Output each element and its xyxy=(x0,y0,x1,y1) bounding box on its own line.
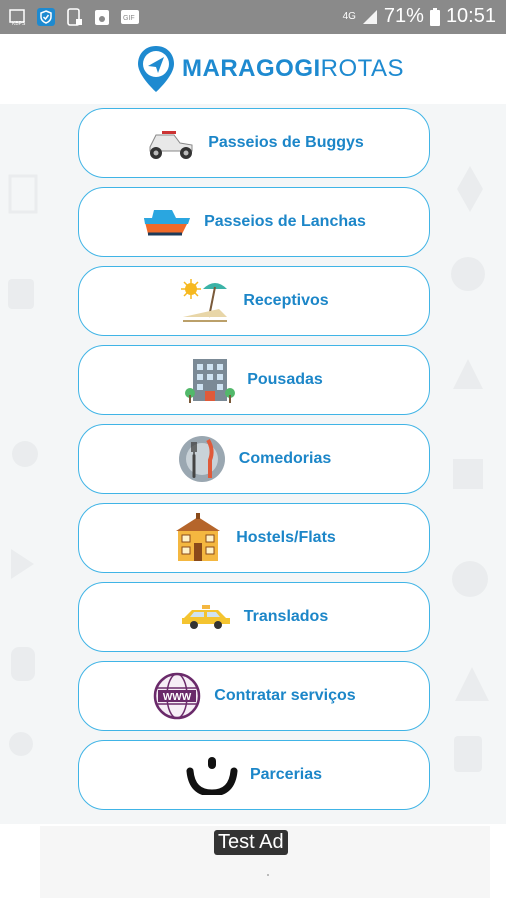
brand-light: ROTAS xyxy=(320,55,405,82)
menu-button-contratar[interactable]: WWW Contratar serviços xyxy=(78,661,430,731)
house-icon xyxy=(176,513,221,561)
brand-bold: MARAGOGI xyxy=(182,55,321,82)
beach-chair-icon xyxy=(181,279,228,322)
battery-icon xyxy=(429,7,440,26)
bg-decor-icon xyxy=(11,647,35,681)
menu-label: Receptivos xyxy=(243,292,329,309)
buggy-icon xyxy=(149,131,193,159)
menu-label: Hostels/Flats xyxy=(236,529,336,546)
bg-decor-icon xyxy=(453,359,483,389)
shield-icon xyxy=(37,8,55,26)
brand-name: MARAGOGIROTAS xyxy=(182,55,404,83)
notification-icon: KBPS xyxy=(9,9,26,27)
svg-text:KBPS: KBPS xyxy=(12,21,26,27)
menu-label: Contratar serviços xyxy=(214,687,356,704)
ad-badge: Test Ad xyxy=(214,830,288,855)
menu-button-translados[interactable]: Translados xyxy=(78,582,430,652)
boat-icon xyxy=(144,210,191,236)
svg-text:GIF: GIF xyxy=(123,15,135,22)
taxi-icon xyxy=(181,605,230,629)
menu-label: Pousadas xyxy=(247,371,323,388)
location-pin-logo-icon xyxy=(138,46,174,92)
bg-decor-icon xyxy=(453,459,483,489)
status-bar: KBPS GIF 4G 71% 10:51 xyxy=(0,0,506,34)
menu-button-receptivos[interactable]: Receptivos xyxy=(78,266,430,336)
main-menu: Passeios de Buggys Passeios de Lanchas R… xyxy=(78,108,430,819)
menu-label: Passeios de Buggys xyxy=(208,134,364,151)
bg-decor-icon xyxy=(8,174,38,214)
menu-label: Passeios de Lanchas xyxy=(204,213,366,230)
bg-decor-icon xyxy=(12,441,38,467)
hotel-building-icon xyxy=(185,359,236,403)
bg-decor-icon xyxy=(451,257,485,291)
menu-label: Translados xyxy=(243,608,329,625)
bg-decor-icon xyxy=(452,561,488,597)
bg-decor-icon xyxy=(8,279,34,309)
menu-button-lanchas[interactable]: Passeios de Lanchas xyxy=(78,187,430,257)
network-type: 4G xyxy=(342,11,356,22)
smile-icon xyxy=(186,757,238,795)
menu-button-parcerias[interactable]: Parcerias xyxy=(78,740,430,810)
signal-icon xyxy=(362,9,377,24)
menu-label: Parcerias xyxy=(249,766,323,783)
app-logo: MARAGOGIROTAS xyxy=(136,44,404,94)
save-icon xyxy=(95,10,109,25)
clock: 10:51 xyxy=(445,5,496,27)
app-header: MARAGOGIROTAS xyxy=(0,34,506,104)
menu-button-buggys[interactable]: Passeios de Buggys xyxy=(78,108,430,178)
plate-fork-knife-icon xyxy=(178,436,225,482)
menu-label: Comedorias xyxy=(238,450,332,467)
ad-indicator xyxy=(267,874,269,876)
bg-decor-icon xyxy=(454,736,482,772)
bg-decor-icon xyxy=(9,732,33,756)
phone-icon xyxy=(67,8,82,26)
www-globe-icon: WWW xyxy=(154,672,201,720)
menu-button-hostels[interactable]: Hostels/Flats xyxy=(78,503,430,573)
bg-decor-icon xyxy=(457,166,483,212)
bg-decor-icon xyxy=(11,549,34,579)
menu-button-pousadas[interactable]: Pousadas xyxy=(78,345,430,415)
bg-decor-icon xyxy=(455,667,489,701)
image-icon: GIF xyxy=(121,10,139,24)
svg-text:WWW: WWW xyxy=(163,692,192,703)
menu-button-comedorias[interactable]: Comedorias xyxy=(78,424,430,494)
battery-percent: 71% xyxy=(383,5,424,27)
